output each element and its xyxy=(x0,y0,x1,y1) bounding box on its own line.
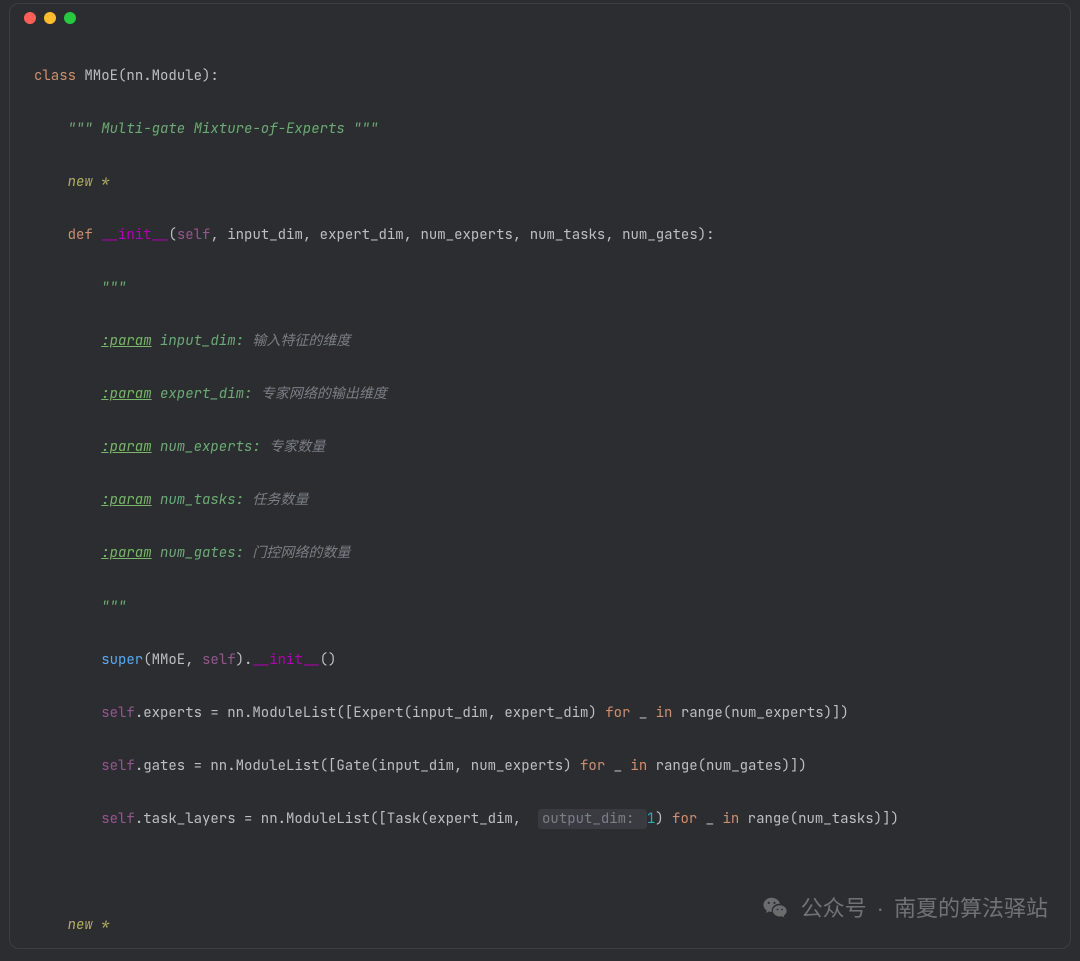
wechat-icon xyxy=(761,894,791,924)
watermark-label: 公众号 xyxy=(801,888,867,930)
minimize-icon[interactable] xyxy=(44,12,56,24)
class-name: MMoE xyxy=(84,67,118,85)
code-area[interactable]: class MMoE(nn.Module): """ Multi-gate Mi… xyxy=(10,32,1070,949)
code-line: def __init__(self, input_dim, expert_dim… xyxy=(34,222,1070,249)
watermark: 公众号 · 南夏的算法驿站 xyxy=(761,888,1048,930)
code-line: :param num_tasks: 任务数量 xyxy=(34,487,1070,514)
code-line: new * xyxy=(34,169,1070,196)
code-line: :param expert_dim: 专家网络的输出维度 xyxy=(34,381,1070,408)
window-titlebar xyxy=(10,4,1070,32)
code-line: :param input_dim: 输入特征的维度 xyxy=(34,328,1070,355)
code-line: """ Multi-gate Mixture-of-Experts """ xyxy=(34,116,1070,143)
code-line: :param num_gates: 门控网络的数量 xyxy=(34,540,1070,567)
keyword-class: class xyxy=(34,67,84,85)
code-line: class MMoE(nn.Module): xyxy=(34,63,1070,90)
code-line: self.gates = nn.ModuleList([Gate(input_d… xyxy=(34,753,1070,780)
gutter-annotation: new * xyxy=(68,916,110,934)
code-line: self.experts = nn.ModuleList([Expert(inp… xyxy=(34,700,1070,727)
parameter-hint: output_dim: xyxy=(538,809,647,829)
maximize-icon[interactable] xyxy=(64,12,76,24)
code-line xyxy=(34,859,1070,886)
docstring: """ Multi-gate Mixture-of-Experts """ xyxy=(68,120,379,138)
code-line: :param num_experts: 专家数量 xyxy=(34,434,1070,461)
code-line: """ xyxy=(34,594,1070,621)
code-line: """ xyxy=(34,275,1070,302)
code-window: class MMoE(nn.Module): """ Multi-gate Mi… xyxy=(9,3,1071,949)
watermark-name: 南夏的算法驿站 xyxy=(894,888,1048,930)
function-name: __init__ xyxy=(101,226,168,244)
code-line: super(MMoE, self).__init__() xyxy=(34,647,1070,674)
close-icon[interactable] xyxy=(24,12,36,24)
gutter-annotation: new * xyxy=(68,173,110,191)
code-line: self.task_layers = nn.ModuleList([Task(e… xyxy=(34,806,1070,833)
